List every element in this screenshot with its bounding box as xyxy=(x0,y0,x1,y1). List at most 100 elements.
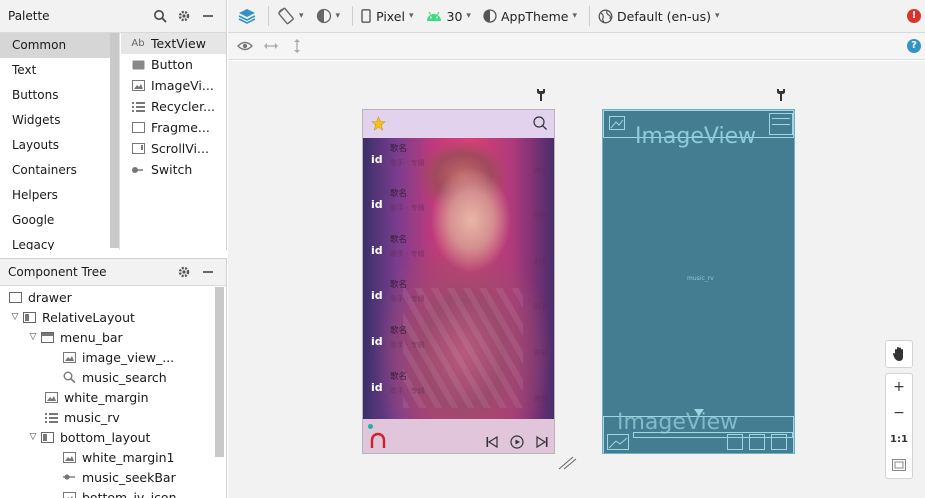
palette-item-list: Ab TextView Button ImageVi... Recycler..… xyxy=(121,33,226,250)
category-layouts[interactable]: Layouts xyxy=(0,133,119,158)
song-artist: 歌手 · 专辑 xyxy=(390,250,425,258)
toolbar-separator xyxy=(589,6,591,26)
wrench-icon[interactable] xyxy=(775,88,787,102)
locale-selector[interactable]: Default (en-us) ▾ xyxy=(594,4,724,28)
category-scrollbar[interactable] xyxy=(110,33,119,248)
minimize-icon[interactable] xyxy=(198,262,218,282)
chevron-down-icon[interactable]: ▽ xyxy=(26,432,40,442)
tree-node-music-seekbar[interactable]: music_seekBar xyxy=(0,467,226,487)
palette-item-label: Recycler... xyxy=(151,99,216,114)
layers-button[interactable] xyxy=(234,4,260,28)
blueprint-seekbar[interactable] xyxy=(633,432,793,438)
album-cover-icon[interactable] xyxy=(369,431,387,449)
hand-icon[interactable] xyxy=(886,341,912,367)
category-text[interactable]: Text xyxy=(0,58,119,83)
tree-node-image-view[interactable]: image_view_... xyxy=(0,347,226,367)
blueprint-music-search[interactable] xyxy=(769,113,793,135)
tree-node-white-margin[interactable]: white_margin xyxy=(0,387,226,407)
list-item[interactable]: id 歌名 歌手 · 专辑 时长 xyxy=(363,274,554,319)
category-widgets[interactable]: Widgets xyxy=(0,108,119,133)
zoom-out-button[interactable]: − xyxy=(886,400,912,426)
blueprint-bottom-icon[interactable] xyxy=(607,434,629,450)
wrench-icon[interactable] xyxy=(535,88,547,102)
search-icon[interactable] xyxy=(150,6,170,26)
design-canvas[interactable]: id 歌名 歌手 · 专辑 时长 id 歌名 歌手 · 专辑 时长 id 歌名 … xyxy=(228,61,925,498)
chevron-down-icon[interactable]: ▽ xyxy=(26,332,40,342)
category-containers[interactable]: Containers xyxy=(0,158,119,183)
tree-node-menu-bar[interactable]: ▽ menu_bar xyxy=(0,327,226,347)
category-common[interactable]: Common xyxy=(0,33,119,58)
editor-toolbar: ▾ ▾ Pixel ▾ 30 ▾ AppTheme ▾ Default (en-… xyxy=(228,0,925,33)
tree-node-label: menu_bar xyxy=(60,329,123,345)
actual-size-button[interactable]: 1:1 xyxy=(886,426,912,452)
tree-node-white-margin1[interactable]: white_margin1 xyxy=(0,447,226,467)
previous-icon[interactable] xyxy=(485,435,499,449)
design-preview[interactable]: id 歌名 歌手 · 专辑 时长 id 歌名 歌手 · 专辑 时长 id 歌名 … xyxy=(362,109,555,454)
search-icon[interactable] xyxy=(532,115,548,131)
blueprint-play[interactable] xyxy=(749,434,765,450)
view-options-toolbar: ? xyxy=(228,33,925,60)
bottom-layout[interactable] xyxy=(363,419,554,453)
help-icon[interactable]: ? xyxy=(907,39,921,53)
song-name: 歌名 xyxy=(390,144,408,154)
song-artist: 歌手 · 专辑 xyxy=(390,204,425,212)
song-id: id xyxy=(371,153,383,166)
category-google[interactable]: Google xyxy=(0,208,119,233)
minimize-icon[interactable] xyxy=(198,6,218,26)
song-name: 歌名 xyxy=(390,235,408,245)
menu-bar[interactable] xyxy=(363,110,554,138)
palette-item-recyclerview[interactable]: Recycler... xyxy=(121,96,226,117)
song-duration: 时长 xyxy=(534,258,548,266)
resize-handle-icon[interactable] xyxy=(557,454,577,470)
eye-icon[interactable] xyxy=(236,37,254,55)
category-buttons[interactable]: Buttons xyxy=(0,83,119,108)
seekbar-thumb-icon[interactable] xyxy=(694,409,704,417)
gear-icon[interactable] xyxy=(174,262,194,282)
category-legacy[interactable]: Legacy xyxy=(0,233,119,250)
palette-item-textview[interactable]: Ab TextView xyxy=(121,33,226,54)
blueprint-next[interactable] xyxy=(771,434,787,450)
palette-item-button[interactable]: Button xyxy=(121,54,226,75)
tree-scrollbar[interactable] xyxy=(215,287,224,457)
seekbar-thumb[interactable] xyxy=(368,424,373,429)
pan-tool-group xyxy=(885,340,913,368)
palette-item-imageview[interactable]: ImageVi... xyxy=(121,75,226,96)
list-item[interactable]: id 歌名 歌手 · 专辑 时长 xyxy=(363,229,554,274)
component-tree-panel: Component Tree drawer ▽ RelativeLayout ▽… xyxy=(0,258,227,498)
device-selector[interactable]: Pixel ▾ xyxy=(357,4,417,28)
palette-item-scrollview[interactable]: ScrollVi... xyxy=(121,138,226,159)
category-helpers[interactable]: Helpers xyxy=(0,183,119,208)
list-item[interactable]: id 歌名 歌手 · 专辑 时长 xyxy=(363,138,554,183)
star-icon[interactable] xyxy=(371,116,386,131)
palette-item-fragment[interactable]: Fragme... xyxy=(121,117,226,138)
zoom-in-button[interactable]: + xyxy=(886,374,912,400)
vertical-resize-icon[interactable] xyxy=(288,37,306,55)
blueprint-previous[interactable] xyxy=(727,434,743,450)
orientation-button[interactable]: ▾ xyxy=(273,4,308,28)
chevron-down-icon[interactable]: ▽ xyxy=(8,312,22,322)
list-item[interactable]: id 歌名 歌手 · 专辑 时长 xyxy=(363,183,554,228)
error-icon[interactable]: ! xyxy=(907,9,921,23)
tree-node-music-search[interactable]: music_search xyxy=(0,367,226,387)
song-artist: 歌手 · 专辑 xyxy=(390,387,425,395)
next-icon[interactable] xyxy=(535,435,549,449)
tree-node-relativelayout[interactable]: ▽ RelativeLayout xyxy=(0,307,226,327)
night-mode-button[interactable]: ▾ xyxy=(312,4,345,28)
horizontal-resize-icon[interactable] xyxy=(262,37,280,55)
blueprint-preview[interactable]: ImageView music_rv ImageView xyxy=(602,109,795,454)
play-icon[interactable] xyxy=(510,435,524,449)
gear-icon[interactable] xyxy=(174,6,194,26)
theme-selector[interactable]: AppTheme ▾ xyxy=(479,4,581,28)
scrollview-icon xyxy=(131,142,145,156)
fit-screen-icon[interactable] xyxy=(886,452,912,478)
list-item[interactable]: id 歌名 歌手 · 专辑 时长 xyxy=(363,320,554,365)
blueprint-image-view[interactable] xyxy=(609,116,625,130)
list-item[interactable]: id 歌名 歌手 · 专辑 时长 xyxy=(363,366,554,411)
tree-node-bottom-iv-icon[interactable]: bottom_iv_icon xyxy=(0,487,226,498)
tree-node-drawer[interactable]: drawer xyxy=(0,287,226,307)
palette-item-switch[interactable]: Switch xyxy=(121,159,226,180)
api-level-selector[interactable]: 30 ▾ xyxy=(422,4,475,28)
tree-node-bottom-layout[interactable]: ▽ bottom_layout xyxy=(0,427,226,447)
tree-node-music-rv[interactable]: music_rv xyxy=(0,407,226,427)
palette-item-label: ScrollVi... xyxy=(151,141,209,156)
